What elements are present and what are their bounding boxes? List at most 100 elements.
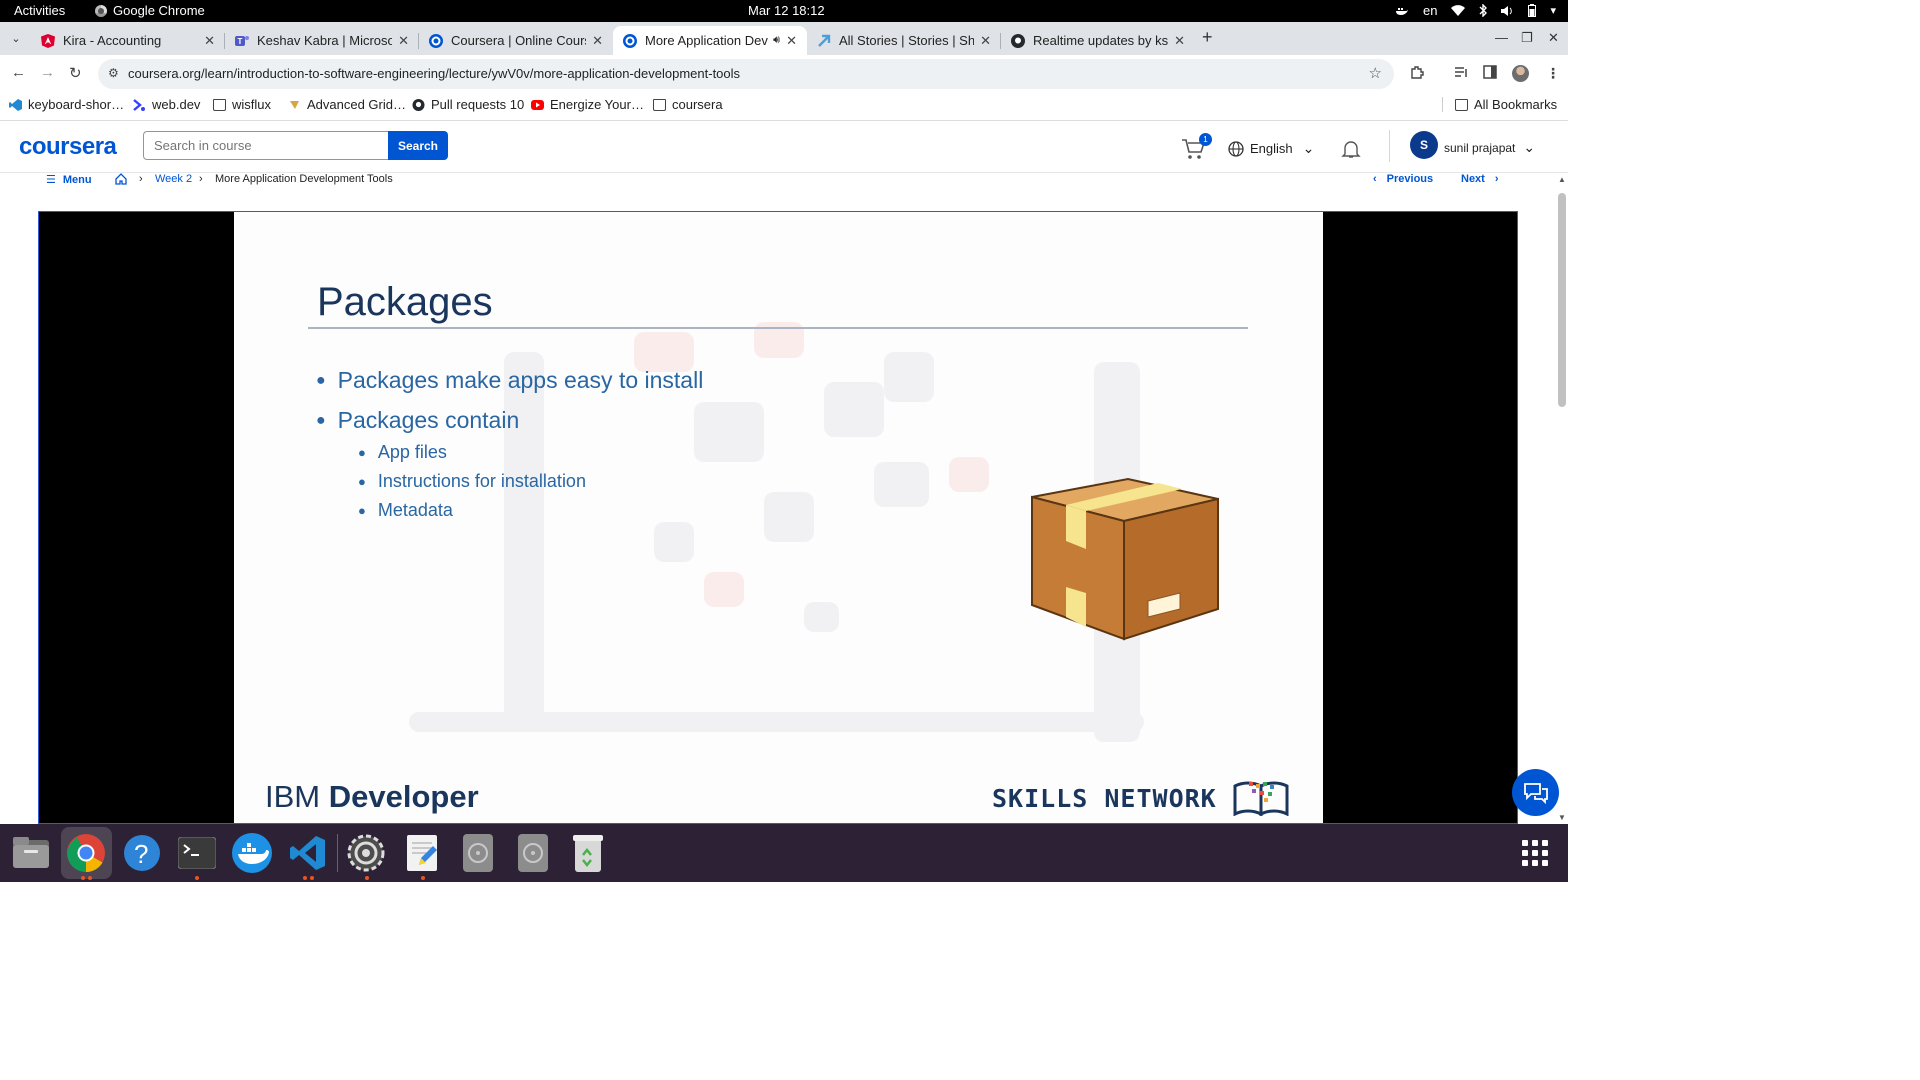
help-app[interactable]: ?	[121, 832, 163, 874]
bookmark-webdev[interactable]: web.dev	[133, 97, 200, 112]
search-button[interactable]: Search	[388, 131, 448, 160]
new-tab-button[interactable]: +	[1202, 27, 1213, 48]
notification-bell-icon[interactable]	[1341, 139, 1361, 159]
close-icon[interactable]: ✕	[786, 33, 797, 49]
close-window-icon[interactable]: ✕	[1548, 30, 1559, 46]
files-app[interactable]	[10, 832, 52, 874]
bookmark-label: Pull requests 10	[431, 97, 525, 112]
system-tray[interactable]: en ▾	[1395, 3, 1556, 18]
tab-all-stories[interactable]: All Stories | Stories | Sho ✕	[807, 26, 1001, 55]
all-bookmarks[interactable]: All Bookmarks	[1442, 97, 1557, 112]
next-label: Next	[1461, 173, 1485, 185]
tab-search-chevron-icon[interactable]: ⌄	[6, 29, 26, 49]
close-icon[interactable]: ✕	[592, 33, 603, 49]
bookmark-wisflux[interactable]: wisflux	[213, 97, 271, 112]
disk-app[interactable]	[457, 832, 499, 874]
bookmark-star-icon[interactable]: ☆	[1369, 64, 1382, 82]
trash-icon	[573, 835, 603, 872]
bookmark-advanced-grid[interactable]: Advanced Grid…	[288, 97, 406, 112]
restore-icon[interactable]: ❐	[1521, 30, 1533, 46]
settings-app[interactable]	[345, 832, 387, 874]
coursera-logo[interactable]: coursera	[19, 133, 117, 161]
docker-app[interactable]	[231, 832, 273, 874]
address-bar[interactable]: ⚙ coursera.org/learn/introduction-to-sof…	[98, 59, 1394, 89]
extensions-icon[interactable]	[1410, 65, 1425, 80]
bookmark-keyboard-shortcuts[interactable]: keyboard-shor…	[9, 97, 124, 112]
system-top-bar: Activities Google Chrome Mar 12 18:12 en…	[0, 0, 1568, 22]
user-menu[interactable]: sunil prajapat ⌄	[1444, 139, 1535, 156]
scroll-down-arrow-icon[interactable]: ▼	[1558, 813, 1566, 822]
chrome-menu-icon[interactable]: ⋮	[1546, 65, 1560, 82]
language-label: English	[1250, 141, 1293, 156]
tab-coursera-online[interactable]: Coursera | Online Course ✕	[419, 26, 613, 55]
close-icon[interactable]: ✕	[204, 33, 215, 49]
settings-icon	[347, 834, 385, 872]
coursera-icon	[623, 33, 637, 48]
side-panel-icon[interactable]	[1483, 65, 1497, 79]
webdev-icon	[133, 98, 145, 111]
disk-app-2[interactable]	[512, 832, 554, 874]
bookmarks-bar: keyboard-shor… web.dev wisflux Advanced …	[0, 91, 1568, 121]
video-player[interactable]: Packages ● Packages make apps easy to ins…	[38, 211, 1518, 824]
tab-realtime-updates[interactable]: Realtime updates by ksv ✕	[1001, 26, 1195, 55]
running-indicator	[81, 876, 85, 880]
close-icon[interactable]: ✕	[1174, 33, 1185, 49]
vscode-icon	[9, 98, 22, 111]
reading-list-icon[interactable]	[1454, 65, 1469, 79]
user-avatar[interactable]: S	[1410, 131, 1438, 159]
chat-support-button[interactable]	[1512, 769, 1559, 816]
next-button[interactable]: Next ›	[1461, 173, 1499, 185]
text-editor-app[interactable]	[401, 832, 443, 874]
app-menu[interactable]: Google Chrome	[95, 3, 205, 18]
battery-icon	[1528, 4, 1537, 17]
profile-avatar[interactable]	[1512, 65, 1529, 82]
page-scrollbar[interactable]: ▲ ▼	[1556, 173, 1568, 824]
breadcrumb-week[interactable]: Week 2	[155, 173, 192, 185]
audio-playing-icon[interactable]: 🔊︎	[773, 34, 780, 47]
bookmark-label: coursera	[672, 97, 723, 112]
minimize-icon[interactable]: —	[1495, 30, 1508, 45]
tab-kira-accounting[interactable]: Kira - Accounting ✕	[31, 26, 225, 55]
help-icon: ?	[124, 835, 160, 871]
bookmark-pull-requests[interactable]: Pull requests 10	[412, 97, 524, 112]
close-icon[interactable]: ✕	[980, 33, 991, 49]
tab-more-application-dev[interactable]: More Application Dev 🔊︎ ✕	[613, 26, 807, 55]
url-text[interactable]: coursera.org/learn/introduction-to-softw…	[128, 66, 740, 81]
home-icon[interactable]	[115, 173, 127, 185]
running-indicator	[421, 876, 425, 880]
power-menu-icon[interactable]: ▾	[1550, 4, 1556, 17]
trash-app[interactable]	[567, 832, 609, 874]
course-search-input[interactable]	[143, 131, 389, 160]
running-indicator	[88, 876, 92, 880]
tab-title: Keshav Kabra | Microsoft	[257, 33, 393, 48]
previous-button[interactable]: ‹ Previous	[1373, 173, 1433, 185]
github-icon	[412, 98, 425, 111]
bookmark-coursera[interactable]: coursera	[653, 97, 723, 112]
breadcrumb-current: More Application Development Tools	[215, 173, 393, 185]
globe-icon	[1228, 140, 1244, 157]
vscode-app[interactable]	[287, 832, 329, 874]
browser-toolbar: ← → ↻ ⚙ coursera.org/learn/introduction-…	[0, 55, 1568, 91]
menu-button[interactable]: ☰ Menu	[46, 173, 92, 186]
chrome-icon	[95, 4, 107, 17]
folder-icon	[213, 98, 226, 111]
language-selector[interactable]: English ⌄	[1228, 140, 1314, 157]
chrome-app[interactable]	[65, 832, 107, 874]
scroll-up-arrow-icon[interactable]: ▲	[1558, 175, 1566, 184]
language-indicator[interactable]: en	[1423, 3, 1437, 18]
bullet-text: Packages make apps easy to install	[337, 367, 704, 393]
forward-arrow-icon[interactable]: →	[40, 64, 55, 81]
clock[interactable]: Mar 12 18:12	[748, 3, 825, 18]
site-info-icon[interactable]: ⚙	[108, 66, 119, 80]
activities-button[interactable]: Activities	[14, 3, 65, 18]
tab-keshav-kabra[interactable]: T Keshav Kabra | Microsoft ✕	[225, 26, 419, 55]
reload-icon[interactable]: ↻	[69, 64, 82, 82]
bookmark-energize[interactable]: Energize Your…	[531, 97, 644, 112]
show-apps-grid-icon[interactable]	[1522, 840, 1548, 866]
scrollbar-thumb[interactable]	[1558, 193, 1566, 407]
slide-title: Packages	[317, 280, 493, 324]
youtube-icon	[531, 99, 544, 110]
terminal-app[interactable]	[176, 832, 218, 874]
back-arrow-icon[interactable]: ←	[11, 64, 26, 81]
close-icon[interactable]: ✕	[398, 33, 409, 49]
